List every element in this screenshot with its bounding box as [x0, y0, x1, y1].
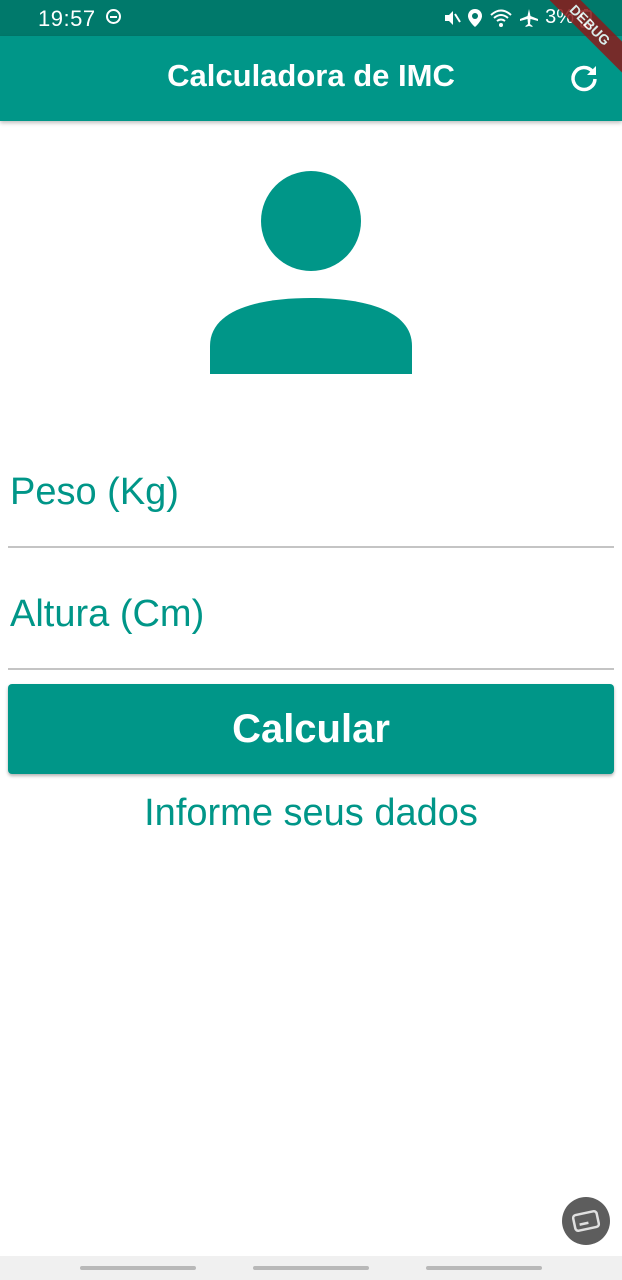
airplane-icon [520, 8, 539, 27]
refresh-icon[interactable] [568, 62, 600, 94]
navigation-bar [0, 1256, 622, 1280]
page-title: Calculadora de IMC [167, 58, 455, 93]
weight-label: Peso (Kg) [10, 471, 179, 513]
info-text: Informe seus dados [144, 792, 478, 834]
status-time: 19:57 [38, 6, 96, 31]
nav-back-button[interactable] [426, 1266, 542, 1270]
do-not-disturb-icon [106, 9, 121, 24]
nav-home-button[interactable] [253, 1266, 369, 1270]
height-label: Altura (Cm) [10, 593, 205, 635]
mute-icon [445, 10, 461, 25]
height-input[interactable]: Altura (Cm) [8, 568, 614, 670]
app-bar: Calculadora de IMC [0, 36, 622, 121]
status-bar: 19:57 3% [0, 0, 622, 36]
weight-input[interactable]: Peso (Kg) [8, 446, 614, 548]
floating-keyboard-button[interactable] [562, 1197, 610, 1245]
location-icon [468, 8, 483, 27]
person-icon [210, 171, 412, 374]
nav-recent-apps-button[interactable] [80, 1266, 196, 1270]
wifi-icon [490, 9, 512, 27]
keyboard-icon [571, 1209, 601, 1233]
calculate-button[interactable]: Calcular [8, 684, 614, 774]
